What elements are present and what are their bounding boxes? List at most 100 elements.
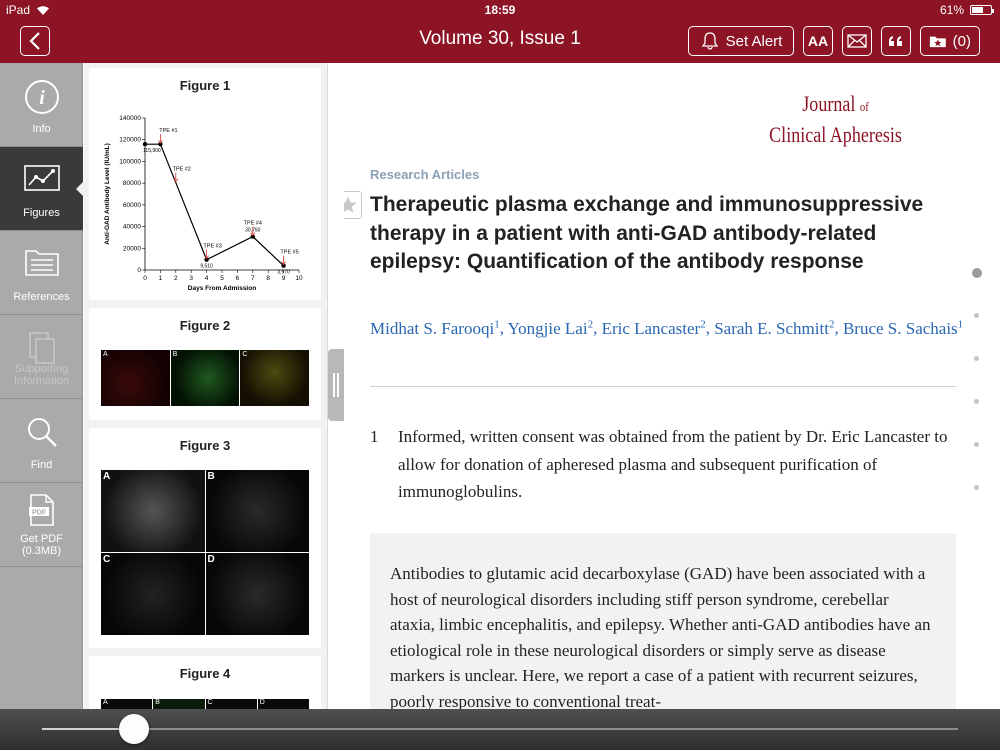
- cite-button[interactable]: [881, 26, 911, 56]
- x-tick-label: 10: [295, 275, 303, 282]
- annotation-label: TPE #2: [173, 167, 191, 173]
- page-dot[interactable]: [972, 268, 982, 278]
- x-tick-label: 8: [266, 275, 270, 282]
- back-button[interactable]: [20, 26, 50, 56]
- chart-icon: [23, 165, 60, 191]
- footnote-text: Informed, written consent was obtained f…: [398, 427, 948, 501]
- saved-articles-button[interactable]: (0): [920, 26, 980, 56]
- figure-panel: A: [101, 350, 170, 406]
- svg-text:i: i: [39, 87, 45, 109]
- star-icon: [344, 196, 357, 213]
- figures-panel: Figure 1 0 20000 40000 60000 80000 100000 1200…: [84, 63, 328, 709]
- envelope-icon: [847, 34, 867, 48]
- clock: 18:59: [484, 3, 516, 17]
- journal-logo: Journal of Clinical Apheresis: [769, 91, 902, 147]
- x-tick-label: 7: [251, 275, 255, 282]
- y-tick-label: 80000: [123, 180, 141, 187]
- panel-resize-handle[interactable]: [328, 349, 344, 421]
- saved-count: (0): [952, 32, 971, 50]
- panel-label: B: [172, 351, 178, 358]
- sidebar-item-label: Get PDF (0.3MB): [20, 533, 63, 557]
- email-button[interactable]: [842, 26, 872, 56]
- figure-panel: C: [240, 350, 310, 406]
- page-dot[interactable]: [974, 399, 979, 404]
- figure-panel: B: [153, 699, 205, 709]
- panel-label: C: [103, 554, 111, 565]
- annotation-label: TPE #4: [244, 221, 262, 227]
- author-link[interactable]: Yongjie Lai2: [508, 318, 593, 338]
- author-link[interactable]: Midhat S. Farooqi1: [370, 318, 500, 338]
- annotation-label: TPE #5: [280, 250, 298, 256]
- nav-bar: Volume 30, Issue 1 Set Alert AA (0): [0, 20, 1000, 63]
- sidebar-item-references[interactable]: References: [0, 231, 83, 315]
- search-icon: [27, 418, 57, 447]
- pdf-icon: PDF: [28, 494, 54, 526]
- author-link[interactable]: Sarah E. Schmitt2: [714, 318, 834, 338]
- author-list: Midhat S. Farooqi1, Yongjie Lai2, Eric L…: [370, 318, 964, 338]
- sidebar: i Info Figures References Supporting Inf…: [0, 63, 84, 709]
- x-tick-label: 9: [282, 275, 286, 282]
- sidebar-item-info[interactable]: i Info: [0, 63, 83, 147]
- bell-icon: [701, 32, 718, 50]
- y-tick-label: 40000: [123, 224, 141, 231]
- author-link[interactable]: Bruce S. Sachais1: [843, 318, 963, 338]
- data-label: 3,970: [277, 270, 290, 276]
- figure-1-chart: 0 20000 40000 60000 80000 100000 120000 140000 0…: [104, 115, 303, 292]
- svg-text:PDF: PDF: [32, 510, 47, 517]
- battery-percent: 61%: [939, 3, 964, 17]
- abstract: Antibodies to glutamic acid decarboxylas…: [370, 533, 956, 709]
- figure-panel: B: [170, 350, 240, 406]
- font-size-button[interactable]: AA: [803, 26, 833, 56]
- page-slider-knob[interactable]: [118, 714, 149, 744]
- x-tick-label: 6: [236, 275, 240, 282]
- sidebar-item-get-pdf[interactable]: PDF Get PDF (0.3MB): [0, 483, 83, 567]
- figure-title: Figure 3: [179, 438, 231, 453]
- article-section: Research Articles: [370, 167, 480, 182]
- status-bar: iPad 18:59 61%: [0, 0, 1000, 20]
- panel-label: C: [242, 351, 248, 358]
- divider: [370, 386, 956, 387]
- x-tick-label: 0: [143, 275, 147, 282]
- data-point: [142, 141, 148, 147]
- set-alert-button[interactable]: Set Alert: [688, 26, 794, 56]
- x-tick-label: 5: [220, 275, 224, 282]
- y-tick-label: 20000: [123, 245, 141, 252]
- x-axis-label: Days From Admission: [188, 285, 256, 292]
- annotation-label: TPE #1: [159, 128, 177, 134]
- figure-panel: C: [205, 699, 257, 709]
- article-view: Journal of Clinical Apheresis Research A…: [344, 63, 1000, 709]
- x-tick-label: 4: [205, 275, 209, 282]
- figure-card-3[interactable]: Figure 3 A B C D: [89, 428, 321, 648]
- battery-icon: [970, 5, 994, 15]
- page-dot[interactable]: [974, 356, 979, 361]
- references-icon: [24, 250, 59, 276]
- chevron-left-icon: [29, 32, 40, 50]
- figure-card-2[interactable]: Figure 2 A B C: [89, 308, 321, 420]
- panel-label: B: [155, 699, 160, 706]
- figure-title: Figure 2: [179, 318, 231, 333]
- font-size-label: AA: [807, 33, 829, 49]
- info-icon: i: [24, 80, 59, 114]
- author-link[interactable]: Eric Lancaster2: [602, 318, 706, 338]
- page-dot[interactable]: [974, 313, 979, 318]
- figure-panel: D: [205, 553, 309, 635]
- figure-card-4[interactable]: Figure 4 A B C D: [89, 656, 321, 709]
- figure-card-1[interactable]: Figure 1 0 20000 40000 60000 80000 100000 1200…: [89, 68, 321, 300]
- sidebar-item-figures[interactable]: Figures: [0, 147, 84, 231]
- page-slider-bar: [0, 709, 1000, 750]
- sidebar-item-supporting-information[interactable]: Supporting Information: [0, 315, 83, 399]
- sidebar-item-label: Supporting Information: [13, 363, 70, 387]
- page-slider-track[interactable]: [42, 728, 958, 730]
- sidebar-item-label: Find: [30, 459, 53, 471]
- y-tick-label: 100000: [119, 158, 141, 165]
- panel-label: A: [103, 699, 108, 706]
- sidebar-item-find[interactable]: Find: [0, 399, 83, 483]
- page-dot[interactable]: [974, 485, 979, 490]
- favorite-button[interactable]: [344, 191, 362, 219]
- figure-3-image: A B C D: [101, 470, 309, 635]
- figure-panel: D: [257, 699, 309, 709]
- panel-label: A: [103, 471, 111, 482]
- page-dot[interactable]: [974, 442, 979, 447]
- copy-icon: [28, 332, 55, 364]
- footnote: 1 Informed, written consent was obtained…: [370, 423, 956, 506]
